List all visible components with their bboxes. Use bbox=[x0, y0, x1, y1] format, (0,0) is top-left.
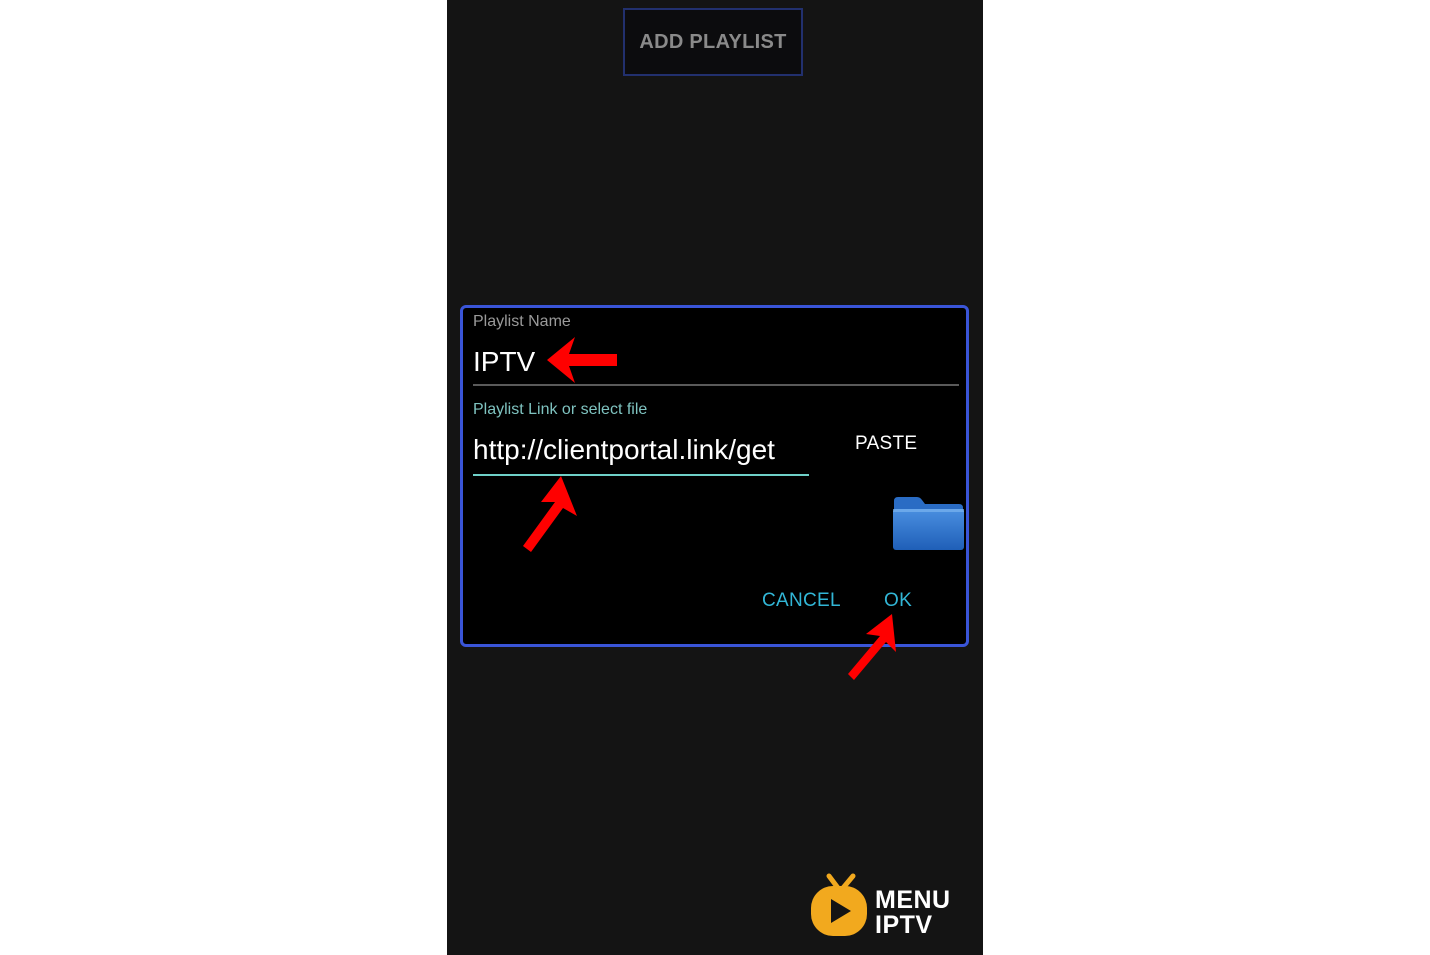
playlist-link-value: http://clientportal.link/get bbox=[473, 434, 775, 465]
cancel-button[interactable]: CANCEL bbox=[762, 590, 841, 612]
playlist-name-value: IPTV bbox=[473, 346, 536, 377]
folder-icon[interactable] bbox=[891, 495, 965, 551]
menu-iptv-logo: MENU IPTV bbox=[809, 872, 979, 940]
tv-play-icon bbox=[811, 873, 867, 936]
ok-button[interactable]: OK bbox=[884, 590, 912, 612]
playlist-name-label: Playlist Name bbox=[473, 313, 571, 330]
red-arrow-icon bbox=[523, 476, 577, 552]
logo-text-line2: IPTV bbox=[875, 911, 933, 939]
red-arrow-icon bbox=[848, 614, 896, 680]
playlist-link-label: Playlist Link or select file bbox=[473, 401, 648, 418]
paste-button[interactable]: PASTE bbox=[855, 433, 917, 455]
add-playlist-button[interactable]: ADD PLAYLIST bbox=[623, 8, 803, 76]
playlist-link-input[interactable]: http://clientportal.link/get bbox=[473, 432, 809, 476]
logo-text-line1: MENU bbox=[875, 886, 951, 914]
red-arrow-icon bbox=[547, 337, 617, 383]
phone-screen: ADD PLAYLIST Playlist Name IPTV Playlist… bbox=[447, 0, 983, 955]
